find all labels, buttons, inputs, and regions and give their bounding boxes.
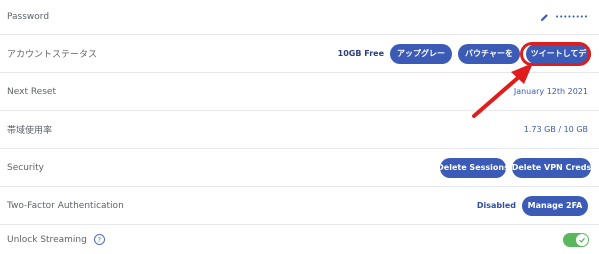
password-label: Password	[7, 12, 50, 22]
voucher-button[interactable]: バウチャーを	[458, 43, 520, 64]
security-row: Security Delete Sessions Delete VPN Cred…	[0, 149, 599, 187]
unlock-streaming-toggle[interactable]	[563, 232, 589, 247]
next-reset-label: Next Reset	[7, 86, 56, 97]
account-status-row: アカウントステータス 10GB Free アップグレー バウチャーを ツイートし…	[0, 35, 599, 73]
free-quota-text: 10GB Free	[337, 49, 384, 58]
bandwidth-row: 帯域使用率 1.73 GB / 10 GB	[0, 111, 599, 149]
security-label: Security	[7, 162, 44, 173]
annotation-highlight-ring	[520, 42, 591, 66]
next-reset-value: January 12th 2021	[513, 87, 588, 96]
two-factor-row: Two-Factor Authentication Disabled Manag…	[0, 187, 599, 225]
delete-vpn-creds-button[interactable]: Delete VPN Creds	[512, 157, 591, 178]
upgrade-button[interactable]: アップグレー	[390, 43, 452, 64]
manage-2fa-button[interactable]: Manage 2FA	[522, 195, 588, 216]
account-status-label: アカウントステータス	[7, 50, 98, 60]
unlock-streaming-row: Unlock Streaming ?	[0, 225, 599, 254]
check-icon	[576, 233, 588, 246]
help-icon[interactable]: ?	[93, 234, 105, 245]
bandwidth-value: 1.73 GB / 10 GB	[523, 125, 588, 134]
unlock-streaming-label: Unlock Streaming	[7, 235, 87, 245]
pencil-icon[interactable]	[540, 13, 549, 22]
next-reset-row: Next Reset January 12th 2021	[0, 73, 599, 111]
bandwidth-label: 帯域使用率	[7, 126, 53, 136]
unlock-streaming-label-wrap: Unlock Streaming ?	[7, 234, 105, 245]
delete-sessions-button[interactable]: Delete Sessions	[440, 157, 506, 178]
two-factor-status: Disabled	[476, 201, 516, 210]
password-row: Password ••••••••	[0, 0, 599, 35]
two-factor-label: Two-Factor Authentication	[7, 200, 124, 211]
password-masked-value: ••••••••	[554, 13, 588, 21]
